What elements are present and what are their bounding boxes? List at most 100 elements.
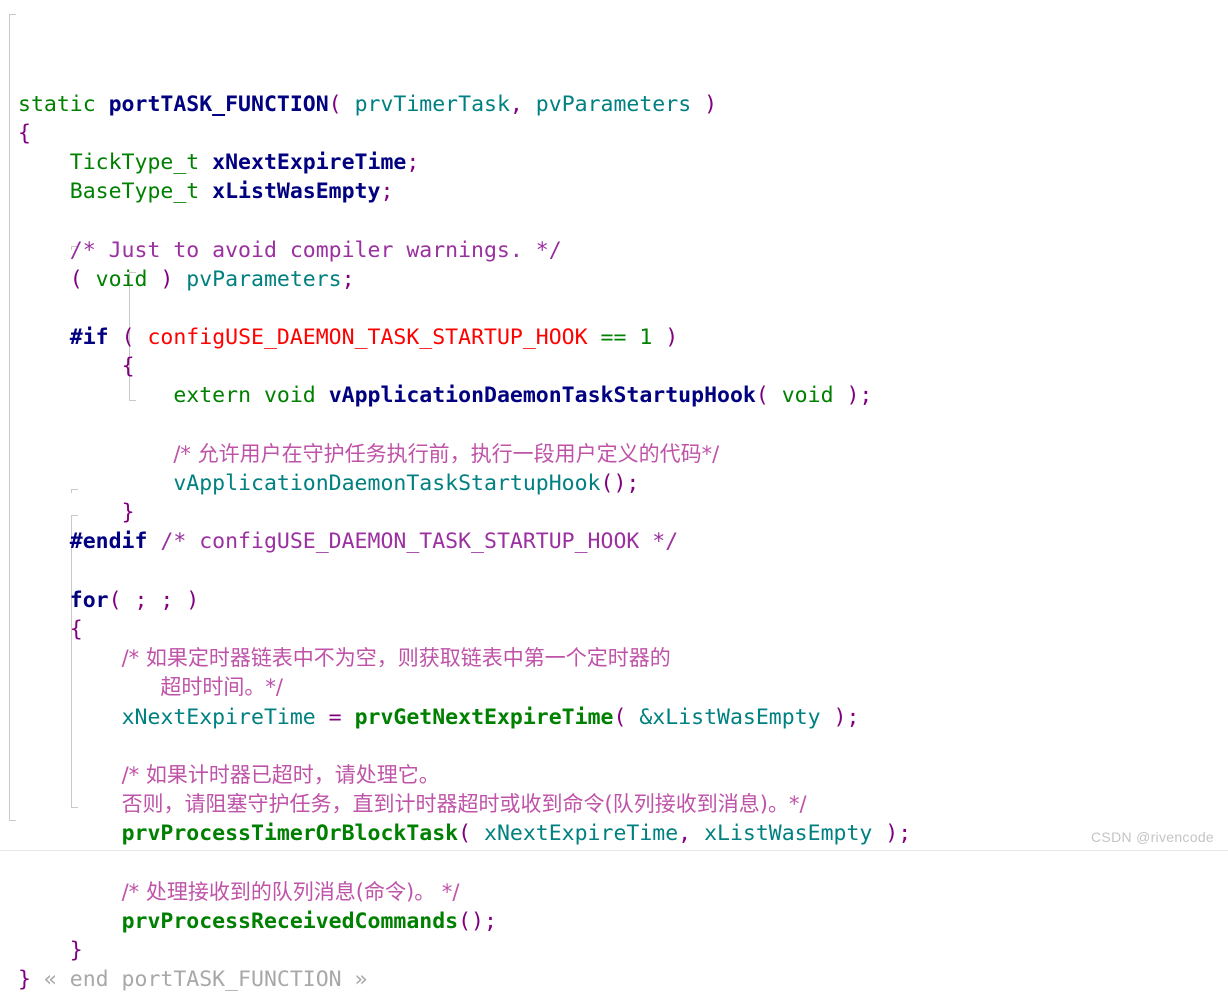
code-token: ) — [147, 266, 187, 292]
code-token: ( — [108, 325, 148, 351]
code-line[interactable] — [18, 732, 1228, 761]
code-token: « end portTASK_FUNCTION » — [30, 967, 368, 993]
code-lines[interactable]: static portTASK_FUNCTION( prvTimerTask, … — [0, 0, 1228, 994]
code-token: portTASK_FUNCTION — [108, 91, 329, 117]
code-token: /* 如果定时器链表中不为空，则获取链表中第一个定时器的 — [121, 646, 671, 671]
code-token: ) — [652, 325, 679, 351]
code-token: pvParameters — [186, 266, 342, 292]
code-line[interactable]: static portTASK_FUNCTION( prvTimerTask, … — [18, 90, 1228, 119]
code-token: (); — [458, 908, 497, 934]
code-token: ); — [885, 821, 912, 847]
code-line[interactable] — [18, 848, 1228, 877]
code-line[interactable]: TickType_t xNextExpireTime; — [18, 148, 1228, 177]
code-token: ( — [613, 704, 627, 730]
code-editor-viewport[interactable]: static portTASK_FUNCTION( prvTimerTask, … — [0, 0, 1228, 992]
code-token: ( — [458, 821, 472, 847]
code-line[interactable]: /* 如果计时器已超时，请处理它。 — [18, 761, 1228, 790]
code-token: , — [509, 91, 523, 117]
code-token: } — [18, 967, 31, 993]
code-token: xNextExpireTime — [212, 149, 407, 175]
code-line[interactable]: prvProcessReceivedCommands(); — [18, 907, 1228, 936]
code-line[interactable] — [18, 411, 1228, 440]
code-token: prvProcessTimerOrBlockTask — [121, 821, 459, 847]
code-line[interactable]: prvProcessTimerOrBlockTask( xNextExpireT… — [18, 819, 1228, 848]
code-line[interactable]: 超时时间。*/ — [18, 673, 1228, 702]
code-token: xNextExpireTime — [121, 704, 316, 730]
code-token: static — [18, 91, 109, 117]
code-line[interactable]: ( void ) pvParameters; — [18, 265, 1228, 294]
code-token: ( — [755, 383, 782, 409]
code-token: pvParameters — [522, 91, 705, 117]
code-token: /* configUSE_DAEMON_TASK_STARTUP_HOOK */ — [147, 529, 679, 555]
code-line[interactable]: } — [18, 498, 1228, 527]
code-line[interactable]: /* 允许用户在守护任务执行前，执行一段用户定义的代码*/ — [18, 440, 1228, 469]
code-token: ; — [406, 149, 420, 175]
code-token: configUSE_DAEMON_TASK_STARTUP_HOOK — [147, 325, 588, 351]
code-line[interactable] — [18, 294, 1228, 323]
code-line[interactable]: BaseType_t xListWasEmpty; — [18, 177, 1228, 206]
code-line[interactable]: 否则，请阻塞守护任务，直到计时器超时或收到命令(队列接收到消息)。*/ — [18, 790, 1228, 819]
code-token: { — [121, 354, 135, 380]
code-token: 否则，请阻塞守护任务，直到计时器超时或收到命令(队列接收到消息)。*/ — [121, 792, 807, 817]
code-token: ( — [69, 266, 96, 292]
code-line[interactable]: /* 如果定时器链表中不为空，则获取链表中第一个定时器的 — [18, 644, 1228, 673]
code-token: void — [95, 266, 148, 292]
code-token: /* 处理接收到的队列消息(命令)。 */ — [121, 879, 460, 904]
code-line[interactable]: { — [18, 119, 1228, 148]
watermark-label: CSDN @rivencode — [1091, 829, 1214, 845]
code-token: vApplicationDaemonTaskStartupHook — [328, 383, 756, 409]
code-line[interactable]: #if ( configUSE_DAEMON_TASK_STARTUP_HOOK… — [18, 323, 1228, 352]
code-token: ; — [341, 266, 355, 292]
code-token: } — [121, 500, 135, 526]
code-token: /* 允许用户在守护任务执行前，执行一段用户定义的代码*/ — [173, 441, 720, 466]
code-token: #endif — [69, 529, 148, 555]
code-token: { — [69, 616, 83, 642]
code-line[interactable]: } — [18, 936, 1228, 965]
code-token: (); — [600, 471, 640, 497]
code-token: { — [18, 120, 31, 146]
code-token: ( — [328, 91, 342, 117]
code-line[interactable]: { — [18, 615, 1228, 644]
code-line[interactable] — [18, 206, 1228, 235]
code-line[interactable]: for( ; ; ) — [18, 586, 1228, 615]
code-line[interactable]: } « end portTASK_FUNCTION » — [18, 965, 1228, 994]
code-token: xNextExpireTime — [471, 821, 679, 847]
code-line[interactable]: { — [18, 352, 1228, 381]
code-line[interactable]: vApplicationDaemonTaskStartupHook(); — [18, 469, 1228, 498]
code-token: xListWasEmpty — [212, 179, 381, 205]
code-token: void — [781, 383, 834, 409]
code-line[interactable]: /* 处理接收到的队列消息(命令)。 */ — [18, 878, 1228, 907]
code-line[interactable] — [18, 557, 1228, 586]
code-line[interactable]: /* Just to avoid compiler warnings. */ — [18, 236, 1228, 265]
code-token: ) — [704, 91, 718, 117]
code-token: prvTimerTask — [341, 91, 510, 117]
code-token: prvGetNextExpireTime — [354, 704, 614, 730]
code-token: TickType_t — [69, 149, 213, 175]
code-line[interactable]: xNextExpireTime = prvGetNextExpireTime( … — [18, 703, 1228, 732]
code-token: 超时时间。*/ — [160, 675, 283, 700]
code-line[interactable]: #endif /* configUSE_DAEMON_TASK_STARTUP_… — [18, 527, 1228, 556]
code-token: /* Just to avoid compiler warnings. */ — [69, 237, 562, 263]
code-token: BaseType_t — [69, 179, 213, 205]
code-token: /* 如果计时器已超时，请处理它。 — [121, 762, 440, 787]
code-token: &xListWasEmpty — [626, 704, 834, 730]
code-token: #if — [69, 325, 109, 351]
code-line[interactable]: extern void vApplicationDaemonTaskStartu… — [18, 381, 1228, 410]
